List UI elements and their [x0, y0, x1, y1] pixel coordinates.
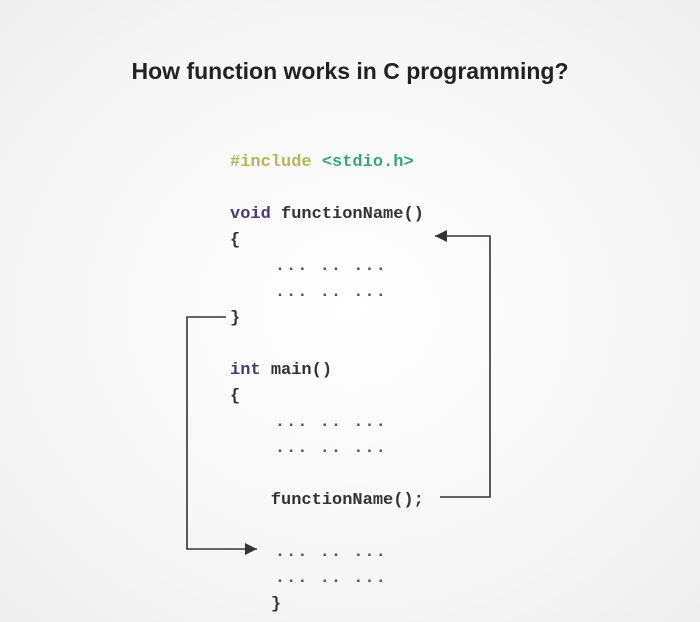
fn-body-dots-2: ... .. ... — [230, 280, 424, 306]
main-body-dots-2: ... .. ... — [230, 436, 424, 462]
fn-body-dots-1: ... .. ... — [230, 254, 424, 280]
blank-line — [230, 332, 424, 358]
main-parens: () — [312, 361, 332, 380]
blank-line — [230, 462, 424, 488]
blank-line — [230, 176, 424, 202]
call-to-def-arrow-path — [435, 236, 490, 497]
main-name: main — [271, 361, 312, 380]
main-body-dots-1: ... .. ... — [230, 410, 424, 436]
int-keyword: int — [230, 361, 261, 380]
include-header: <stdio.h> — [322, 153, 414, 172]
main-close-brace: } — [230, 592, 424, 618]
fn-call-line: functionName(); — [230, 488, 424, 514]
main-after-dots-2: ... .. ... — [230, 566, 424, 592]
include-line: #include <stdio.h> — [230, 150, 424, 176]
fn-open-brace: { — [230, 228, 424, 254]
fn-def-parens: () — [403, 205, 423, 224]
call-to-def-arrow-head — [435, 230, 447, 242]
main-after-dots-1: ... .. ... — [230, 540, 424, 566]
void-keyword: void — [230, 205, 271, 224]
main-def-line: int main() — [230, 358, 424, 384]
blank-line — [230, 514, 424, 540]
fn-def-name: functionName — [281, 205, 403, 224]
fn-close-brace: } — [230, 306, 424, 332]
main-open-brace: { — [230, 384, 424, 410]
fn-def-line: void functionName() — [230, 202, 424, 228]
include-keyword: #include — [230, 153, 312, 172]
code-block: #include <stdio.h> void functionName() {… — [230, 150, 424, 618]
diagram-title: How function works in C programming? — [0, 58, 700, 85]
